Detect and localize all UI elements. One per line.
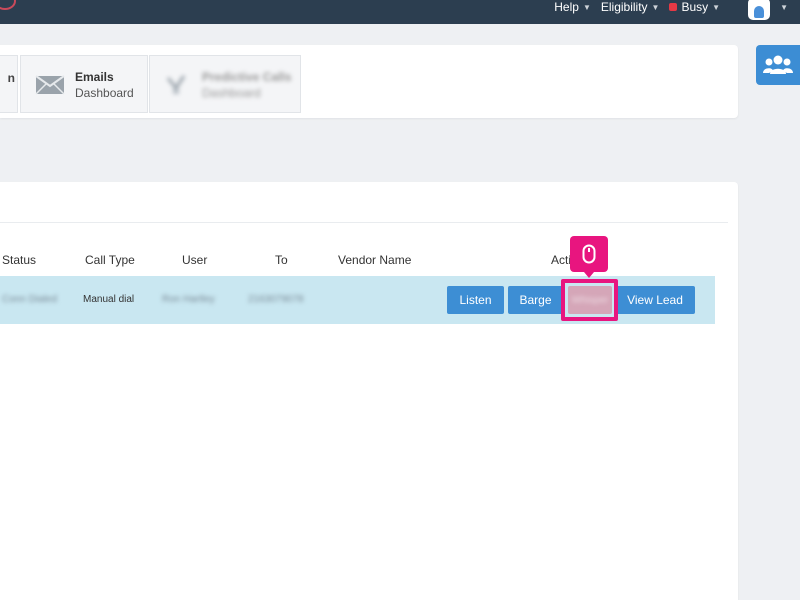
column-header-to: To (275, 253, 288, 267)
analytics-tile-title: Predictive Calls (202, 70, 292, 84)
click-target-highlight (561, 279, 618, 321)
top-navbar: Help ▼ Eligibility ▼ Busy ▼ ▼ (0, 0, 800, 24)
chevron-down-icon[interactable]: ▼ (780, 3, 788, 12)
calls-table-card: Status Call Type User To Vendor Name Act… (0, 182, 738, 600)
status-menu[interactable]: Busy ▼ (669, 0, 720, 14)
help-label: Help (554, 0, 579, 14)
column-header-status: Status (2, 253, 37, 267)
column-header-call-type: Call Type (85, 253, 135, 267)
chart-icon (166, 75, 186, 94)
barge-button[interactable]: Barge (508, 286, 563, 314)
busy-label: Busy (681, 0, 709, 14)
cell-call-type: Manual dial (83, 294, 135, 305)
avatar-icon[interactable] (748, 0, 771, 20)
dashboard-tiles-card: n Emails Dashboard Predictive Calls Dash… (0, 45, 738, 118)
analytics-dashboard-tile[interactable]: Predictive Calls Dashboard (149, 55, 301, 113)
chevron-down-icon: ▼ (651, 2, 660, 12)
click-indicator-tooltip (570, 236, 608, 278)
listen-button[interactable]: Listen (447, 286, 504, 314)
emails-dashboard-tile[interactable]: Emails Dashboard (20, 55, 148, 113)
busy-status-icon (669, 3, 678, 11)
cell-user: Ron Hartley (162, 294, 215, 305)
chevron-down-icon: ▼ (712, 2, 721, 12)
cell-status: Conn Dialed (2, 294, 58, 305)
cell-to: 2163079078 (248, 294, 304, 305)
eligibility-menu[interactable]: Eligibility ▼ (601, 0, 660, 14)
analytics-tile-subtitle: Dashboard (202, 86, 261, 100)
view-lead-button[interactable]: View Lead (615, 286, 695, 314)
logo[interactable] (0, 0, 16, 10)
column-header-actions: Acti (551, 253, 572, 267)
users-panel-button[interactable] (756, 45, 800, 85)
card-divider (0, 222, 728, 223)
users-icon (763, 55, 793, 74)
tile-partial-label: n (7, 71, 15, 85)
column-header-user: User (182, 253, 208, 267)
emails-tile-title: Emails (75, 70, 114, 84)
chevron-down-icon: ▼ (582, 2, 591, 12)
eligibility-label: Eligibility (600, 0, 648, 14)
column-header-vendor-name: Vendor Name (338, 253, 412, 267)
top-nav-links: Help ▼ Eligibility ▼ Busy ▼ ▼ (554, 0, 788, 20)
dashboard-tile-partial[interactable]: n (0, 55, 18, 113)
help-menu[interactable]: Help ▼ (554, 0, 591, 14)
emails-tile-subtitle: Dashboard (75, 86, 134, 100)
mouse-icon (582, 244, 596, 264)
envelope-icon (35, 75, 65, 95)
